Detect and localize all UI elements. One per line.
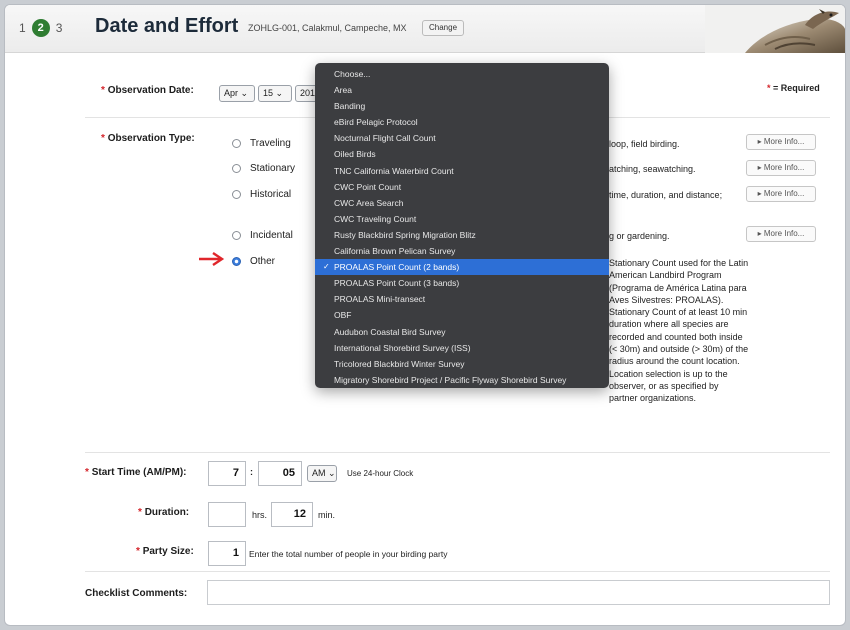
dropdown-item[interactable]: PROALAS Point Count (3 bands) bbox=[315, 275, 609, 291]
step-3[interactable]: 3 bbox=[56, 21, 63, 35]
more-info-incidental-button[interactable]: ▸ More Info... bbox=[746, 226, 816, 242]
radio-other[interactable]: Other bbox=[232, 256, 275, 267]
radio-incidental[interactable]: Incidental bbox=[232, 230, 293, 241]
page-title: Date and Effort bbox=[95, 15, 239, 37]
observation-date-label: * Observation Date: bbox=[101, 85, 194, 96]
radio-button[interactable] bbox=[232, 164, 241, 173]
time-colon: : bbox=[250, 467, 253, 477]
section-divider bbox=[85, 571, 830, 572]
hawk-image bbox=[705, 5, 845, 53]
more-info-stationary-button[interactable]: ▸ More Info... bbox=[746, 160, 816, 176]
dropdown-item[interactable]: eBird Pelagic Protocol bbox=[315, 114, 609, 130]
dropdown-item[interactable]: OBF bbox=[315, 307, 609, 323]
radio-traveling[interactable]: Traveling bbox=[232, 138, 291, 149]
dropdown-item[interactable]: Nocturnal Flight Call Count bbox=[315, 130, 609, 146]
radio-button[interactable] bbox=[232, 231, 241, 240]
dropdown-item[interactable]: Oiled Birds bbox=[315, 146, 609, 162]
section-divider bbox=[85, 452, 830, 453]
duration-minutes-input[interactable]: 12 bbox=[271, 502, 313, 527]
stationary-desc: atching, seawatching. bbox=[609, 164, 696, 174]
dropdown-item[interactable]: TNC California Waterbird Count bbox=[315, 163, 609, 179]
dropdown-item-selected[interactable]: ✓ PROALAS Point Count (2 bands) bbox=[315, 259, 609, 276]
protocol-dropdown-menu: Choose... Area Banding eBird Pelagic Pro… bbox=[315, 63, 609, 388]
more-info-historical-button[interactable]: ▸ More Info... bbox=[746, 186, 816, 202]
checklist-comments-input[interactable] bbox=[207, 580, 830, 605]
minute-input[interactable]: 05 bbox=[258, 461, 302, 486]
dropdown-item[interactable]: CWC Area Search bbox=[315, 195, 609, 211]
start-time-label: * Start Time (AM/PM): bbox=[85, 467, 187, 478]
observation-type-label: * Observation Type: bbox=[101, 133, 195, 144]
dropdown-item[interactable]: Banding bbox=[315, 98, 609, 114]
chevron-down-icon: ⌄ bbox=[275, 88, 284, 98]
chevron-down-icon: ⌄ bbox=[240, 88, 249, 98]
radio-historical[interactable]: Historical bbox=[232, 189, 291, 200]
checkmark-icon: ✓ bbox=[323, 262, 330, 272]
change-location-button[interactable]: Change bbox=[422, 20, 465, 36]
dropdown-item[interactable]: PROALAS Mini-transect bbox=[315, 291, 609, 307]
dropdown-item[interactable]: Choose... bbox=[315, 66, 609, 82]
checklist-comments-label: Checklist Comments: bbox=[85, 588, 188, 599]
use-24-hour-clock-link[interactable]: Use 24-hour Clock bbox=[347, 469, 413, 478]
step-1[interactable]: 1 bbox=[19, 21, 26, 35]
radio-stationary[interactable]: Stationary bbox=[232, 163, 295, 174]
duration-label: * Duration: bbox=[138, 507, 190, 518]
hrs-label: hrs. bbox=[252, 510, 268, 520]
party-size-input[interactable]: 1 bbox=[208, 541, 246, 566]
step-2-active: 2 bbox=[31, 19, 50, 37]
min-label: min. bbox=[318, 510, 336, 520]
radio-button[interactable] bbox=[232, 190, 241, 199]
party-size-label: * Party Size: bbox=[136, 546, 194, 557]
ampm-select[interactable]: AM ⌄ bbox=[307, 465, 337, 482]
incidental-desc: g or gardening. bbox=[609, 231, 670, 241]
protocol-description: Stationary Count used for the Latin Amer… bbox=[609, 258, 749, 404]
dropdown-item[interactable]: California Brown Pelican Survey bbox=[315, 243, 609, 259]
month-select[interactable]: Apr ⌄ bbox=[219, 85, 255, 102]
dropdown-item[interactable]: CWC Traveling Count bbox=[315, 211, 609, 227]
dropdown-item[interactable]: Migratory Shorebird Project / Pacific Fl… bbox=[315, 372, 609, 388]
red-arrow-icon bbox=[199, 252, 225, 266]
step-indicator: 1 2 3 bbox=[19, 19, 62, 37]
app-window: 1 2 3 Date and Effort ZOHLG-001, Calakmu… bbox=[4, 4, 846, 626]
more-info-traveling-button[interactable]: ▸ More Info... bbox=[746, 134, 816, 150]
required-note: * = Required bbox=[767, 83, 820, 93]
historical-desc: time, duration, and distance; bbox=[609, 190, 723, 200]
duration-hours-input[interactable] bbox=[208, 502, 246, 527]
radio-button-checked[interactable] bbox=[232, 257, 241, 266]
page-header: 1 2 3 Date and Effort ZOHLG-001, Calakmu… bbox=[5, 5, 845, 53]
chevron-down-icon: ⌄ bbox=[328, 468, 336, 478]
dropdown-item[interactable]: Rusty Blackbird Spring Migration Blitz bbox=[315, 227, 609, 243]
dropdown-item[interactable]: Area bbox=[315, 82, 609, 98]
traveling-desc: loop, field birding. bbox=[609, 139, 680, 149]
dropdown-item[interactable]: CWC Point Count bbox=[315, 179, 609, 195]
party-size-hint: Enter the total number of people in your… bbox=[249, 549, 448, 559]
dropdown-item[interactable]: Tricolored Blackbird Winter Survey bbox=[315, 356, 609, 372]
hour-input[interactable]: 7 bbox=[208, 461, 246, 486]
location-text: ZOHLG-001, Calakmul, Campeche, MX bbox=[248, 23, 407, 33]
day-select[interactable]: 15 ⌄ bbox=[258, 85, 292, 102]
dropdown-item[interactable]: International Shorebird Survey (ISS) bbox=[315, 340, 609, 356]
dropdown-item[interactable]: Audubon Coastal Bird Survey bbox=[315, 324, 609, 340]
required-star: * bbox=[767, 83, 771, 93]
radio-button[interactable] bbox=[232, 139, 241, 148]
